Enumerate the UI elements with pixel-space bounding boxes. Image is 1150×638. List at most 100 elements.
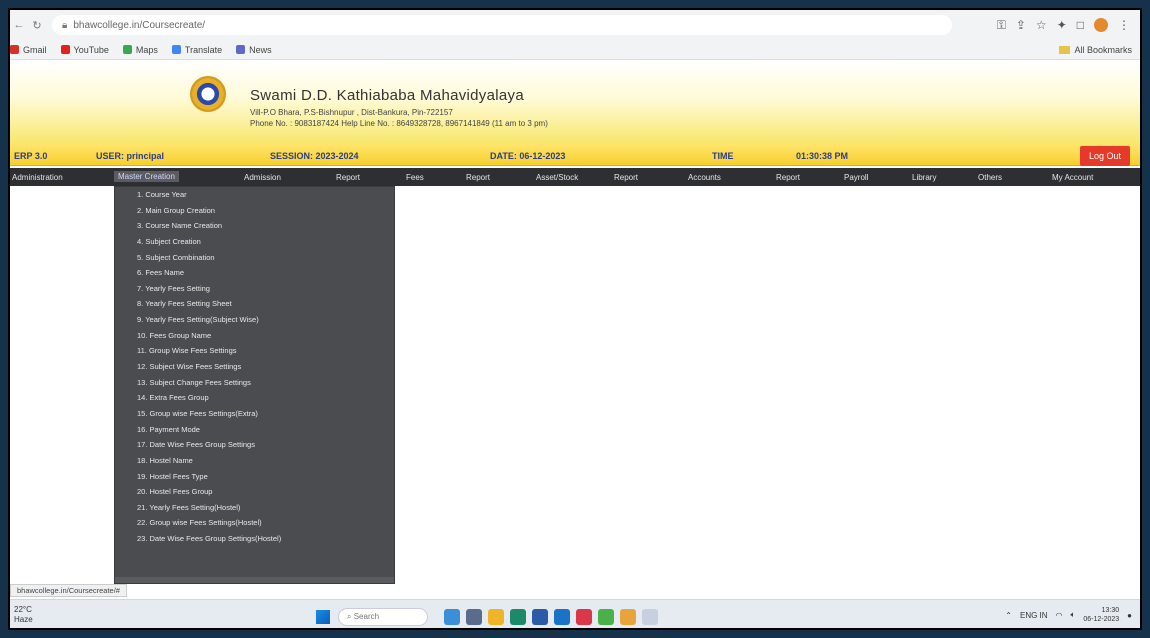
copilot-icon[interactable]	[444, 609, 460, 625]
dropdown-item[interactable]: 10. Fees Group Name	[115, 328, 394, 344]
menu-report-4[interactable]: Report	[776, 173, 800, 182]
chrome-icon[interactable]	[620, 609, 636, 625]
search-placeholder: Search	[353, 612, 380, 621]
time-label: TIME	[712, 151, 734, 161]
url-text: bhawcollege.in/Coursecreate/	[73, 19, 206, 31]
college-name: Swami D.D. Kathiababa Mahavidyalaya	[250, 87, 524, 104]
menu-asset-stock[interactable]: Asset/Stock	[536, 173, 578, 182]
url-field[interactable]: 🔒︎ bhawcollege.in/Coursecreate/	[52, 15, 952, 35]
dropdown-item[interactable]: 17. Date Wise Fees Group Settings	[115, 437, 394, 453]
dropdown-item[interactable]: 9. Yearly Fees Setting(Subject Wise)	[115, 312, 394, 328]
menu-admission[interactable]: Admission	[244, 173, 281, 182]
dropdown-item[interactable]: 4. Subject Creation	[115, 234, 394, 250]
dropdown-item[interactable]: 1. Course Year	[115, 187, 394, 203]
lang-indicator[interactable]: ENG IN	[1020, 611, 1048, 620]
extensions-icon[interactable]: ✦	[1057, 18, 1067, 33]
key-icon[interactable]: ⚿	[997, 18, 1006, 33]
menu-others[interactable]: Others	[978, 173, 1002, 182]
address-bar: ← ↻ 🔒︎ bhawcollege.in/Coursecreate/ ⚿ ⇪ …	[10, 10, 1140, 40]
reload-icon[interactable]: ↻	[28, 19, 46, 32]
wifi-icon[interactable]: ◠	[1056, 611, 1063, 620]
menu-master-creation[interactable]: Master Creation	[114, 171, 179, 182]
windows-start-icon[interactable]	[316, 610, 330, 624]
bookmark-youtube[interactable]: YouTube	[60, 45, 109, 55]
logout-button[interactable]: Log Out	[1080, 146, 1130, 166]
clock-date: 06-12-2023	[1083, 616, 1120, 623]
weather-widget[interactable]: 22°C Haze	[14, 605, 33, 625]
edge-icon[interactable]	[510, 609, 526, 625]
dropdown-item[interactable]: 3. Course Name Creation	[115, 218, 394, 234]
notification-icon[interactable]: ●	[1127, 611, 1132, 620]
bookmark-maps[interactable]: Maps	[122, 45, 158, 55]
dropdown-item[interactable]: 2. Main Group Creation	[115, 203, 394, 219]
folder-icon	[1059, 45, 1071, 54]
gmail-icon	[10, 45, 19, 54]
system-tray: ⌃ ENG IN ◠ 🔈︎ 13:30 06-12-2023 ●	[1005, 606, 1132, 624]
menu-accounts[interactable]: Accounts	[688, 173, 721, 182]
dropdown-item[interactable]: 14. Extra Fees Group	[115, 390, 394, 406]
session-label: SESSION: 2023-2024	[270, 151, 359, 161]
star-icon[interactable]: ☆	[1036, 18, 1047, 33]
dropdown-item[interactable]: 13. Subject Change Fees Settings	[115, 375, 394, 391]
app-icon[interactable]	[554, 609, 570, 625]
dropdown-item[interactable]: 21. Yearly Fees Setting(Hostel)	[115, 500, 394, 516]
whatsapp-icon[interactable]	[598, 609, 614, 625]
college-logo	[190, 76, 226, 112]
user-label: USER: principal	[96, 151, 165, 161]
bookmark-gmail[interactable]: Gmail	[10, 45, 47, 55]
news-icon	[236, 45, 246, 54]
dropdown-item[interactable]: 12. Subject Wise Fees Settings	[115, 359, 394, 375]
more-icon[interactable]: ⋮	[1118, 18, 1130, 33]
menu-report-2[interactable]: Report	[466, 173, 490, 182]
app-icon-2[interactable]	[642, 609, 658, 625]
bookmarks-bar: Gmail YouTube Maps Translate News All Bo…	[10, 40, 1140, 60]
share-icon[interactable]: ⇪	[1016, 18, 1026, 33]
dropdown-item[interactable]: 6. Fees Name	[115, 265, 394, 281]
menu-my-account[interactable]: My Account	[1052, 173, 1093, 182]
main-menu: Administration Master Creation Admission…	[10, 168, 1140, 186]
menu-library[interactable]: Library	[912, 173, 936, 182]
all-bookmarks[interactable]: All Bookmarks	[1059, 45, 1140, 55]
dropdown-item[interactable]: 16. Payment Mode	[115, 422, 394, 438]
clock[interactable]: 13:30 06-12-2023	[1083, 606, 1119, 624]
volume-icon[interactable]: 🔈︎	[1071, 610, 1076, 620]
college-header: Swami D.D. Kathiababa Mahavidyalaya Vill…	[10, 60, 1140, 144]
dropdown-item[interactable]: 11. Group Wise Fees Settings	[115, 343, 394, 359]
dropdown-item[interactable]: 23. Date Wise Fees Group Settings(Hostel…	[115, 531, 394, 547]
menu-fees[interactable]: Fees	[406, 173, 424, 182]
dropdown-item[interactable]: 5. Subject Combination	[115, 250, 394, 266]
master-creation-dropdown: 1. Course Year 2. Main Group Creation 3.…	[114, 186, 395, 584]
bookmark-translate[interactable]: Translate	[171, 45, 222, 55]
menu-administration[interactable]: Administration	[12, 173, 63, 182]
menu-payroll[interactable]: Payroll	[844, 173, 868, 182]
chevron-up-icon[interactable]: ⌃	[1005, 611, 1012, 620]
profile-avatar[interactable]	[1094, 17, 1108, 32]
dropdown-item[interactable]: 19. Hostel Fees Type	[115, 469, 394, 485]
bookmark-news[interactable]: News	[236, 45, 272, 55]
dropdown-item[interactable]: 15. Group wise Fees Settings(Extra)	[115, 406, 394, 422]
app-window: ← ↻ 🔒︎ bhawcollege.in/Coursecreate/ ⚿ ⇪ …	[8, 8, 1142, 630]
maps-icon	[122, 45, 132, 54]
file-explorer-icon[interactable]	[488, 609, 504, 625]
dropdown-item[interactable]: 22. Group wise Fees Settings(Hostel)	[115, 515, 394, 531]
dropdown-item[interactable]: 7. Yearly Fees Setting	[115, 281, 394, 297]
translate-icon	[171, 45, 181, 54]
menu-report-3[interactable]: Report	[614, 173, 638, 182]
store-icon[interactable]	[532, 609, 548, 625]
mcafee-icon[interactable]	[576, 609, 592, 625]
sidepanel-icon[interactable]: □	[1077, 18, 1084, 33]
dropdown-item[interactable]: 20. Hostel Fees Group	[115, 484, 394, 500]
taskbar-search[interactable]: ⌕ Search	[338, 608, 428, 626]
dropdown-scrollbar[interactable]	[115, 577, 394, 583]
dropdown-item[interactable]: 18. Hostel Name	[115, 453, 394, 469]
date-label: DATE: 06-12-2023	[490, 151, 566, 161]
youtube-icon	[60, 45, 70, 54]
back-icon[interactable]: ←	[10, 19, 28, 31]
menu-report-1[interactable]: Report	[336, 173, 360, 182]
time-value: 01:30:38 PM	[796, 151, 849, 161]
task-view-icon[interactable]	[466, 609, 482, 625]
clock-time: 13:30	[1101, 607, 1120, 614]
version-label: ERP 3.0	[14, 151, 48, 161]
weather-desc: Haze	[14, 615, 33, 624]
dropdown-item[interactable]: 8. Yearly Fees Setting Sheet	[115, 296, 394, 312]
